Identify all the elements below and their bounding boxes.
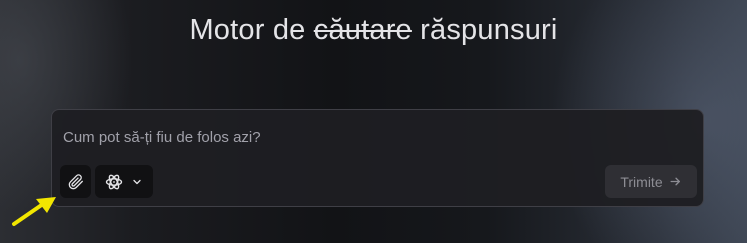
send-button[interactable]: Trimite [605,165,697,198]
arrow-right-icon [669,175,682,188]
send-button-label: Trimite [620,173,663,190]
prompt-input[interactable]: Cum pot să-ți fiu de folos azi? [63,129,261,146]
attach-file-button[interactable] [60,165,91,198]
arrow-pointer-icon [10,195,58,234]
chat-composer: Cum pot să-ți fiu de folos azi? Trimite [51,109,704,207]
title-part-after: răspunsuri [411,14,558,46]
paperclip-icon [68,173,84,190]
atom-icon [105,173,123,191]
page-title: Motor de căutare răspunsuri [0,14,747,47]
title-part-before: Motor de [189,14,314,46]
title-struck-word: căutare [313,14,412,46]
chevron-down-icon [131,176,143,188]
model-selector-button[interactable] [95,165,153,198]
